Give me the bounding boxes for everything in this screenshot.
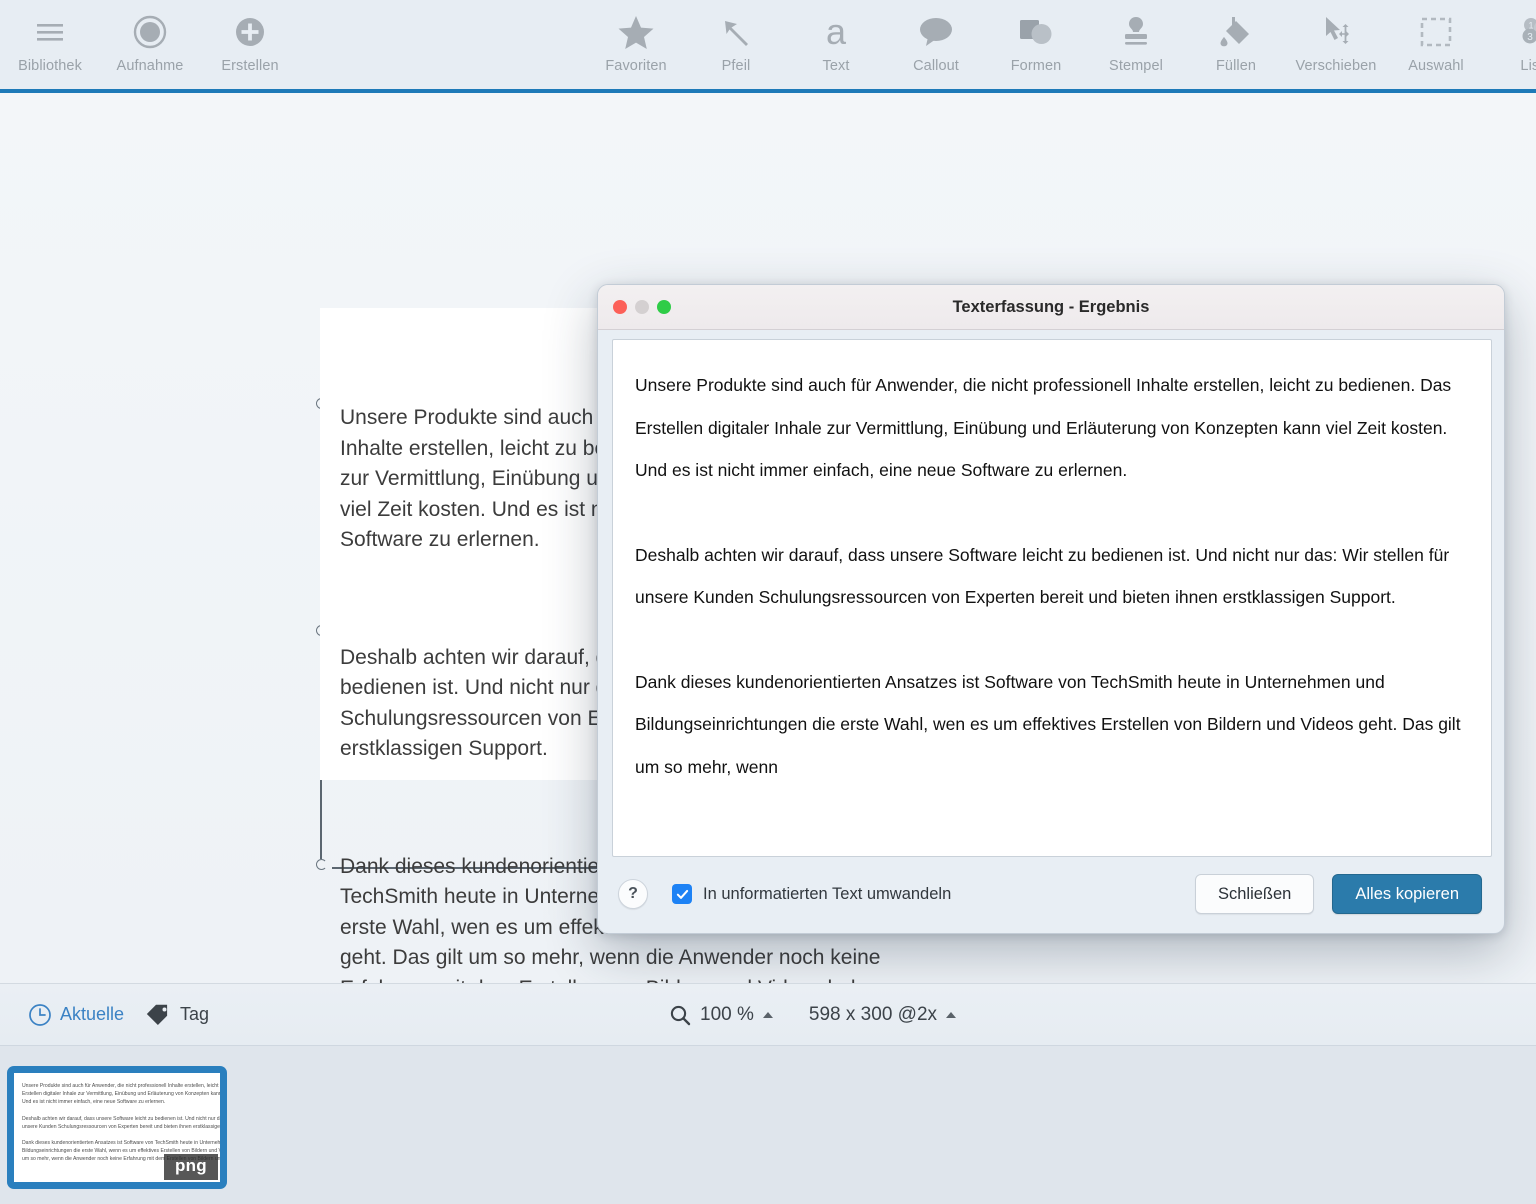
dialog-text-area[interactable]: Unsere Produkte sind auch für Anwender, … xyxy=(612,339,1492,857)
dialog-paragraph-3: Dank dieses kundenorientierten Ansatzes … xyxy=(635,671,1461,777)
thumbnail-text: Unsere Produkte sind auch für Anwender, … xyxy=(14,1073,220,1164)
hamburger-menu-icon xyxy=(27,12,73,52)
toolbar-button-text[interactable]: a Text xyxy=(786,0,886,74)
toolbar-button-stempel[interactable]: Stempel xyxy=(1086,0,1186,74)
dimensions-control[interactable]: 598 x 300 @2x xyxy=(808,1003,957,1026)
toolbar-label-formen: Formen xyxy=(1010,58,1062,74)
recent-filter-button[interactable]: Aktuelle xyxy=(28,1003,124,1027)
dialog-footer: ? In unformatierten Text umwandeln Schli… xyxy=(598,855,1504,933)
toolbar-label-fuellen: Füllen xyxy=(1215,58,1257,74)
tag-icon xyxy=(146,1004,168,1025)
filmstrip-tray: Unsere Produkte sind auch für Anwender, … xyxy=(0,1045,1536,1204)
toolbar-label-text: Text xyxy=(822,58,850,74)
dialog-button-row: Schließen Alles kopieren xyxy=(1194,874,1482,914)
text-capture-result-dialog[interactable]: Texterfassung - Ergebnis Unsere Produkte… xyxy=(597,284,1505,934)
toolbar-button-liste[interactable]: 1 2 3 Liste xyxy=(1486,0,1536,74)
dialog-title: Texterfassung - Ergebnis xyxy=(952,297,1150,316)
dimensions-caret-icon[interactable] xyxy=(946,1011,957,1018)
tag-filter-label: Tag xyxy=(180,1004,210,1024)
dialog-text-content: Unsere Produkte sind auch für Anwender, … xyxy=(613,340,1491,788)
svg-text:a: a xyxy=(826,13,847,51)
toolbar-button-fuellen[interactable]: Füllen xyxy=(1186,0,1286,74)
status-bar-center: 100 % 598 x 300 @2x xyxy=(669,1003,957,1026)
toolbar-label-liste: Liste xyxy=(1520,58,1536,74)
status-bar-left: Aktuelle Tag xyxy=(28,1003,209,1027)
toolbar-label-pfeil: Pfeil xyxy=(721,58,751,74)
main-toolbar: Bibliothek Aufnahme Erstellen Favoriten … xyxy=(0,0,1536,89)
numbered-list-icon: 1 2 3 xyxy=(1513,12,1536,52)
status-bar: Aktuelle Tag 100 % 598 x 300 @2x xyxy=(0,983,1536,1045)
dialog-paragraph-2: Deshalb achten wir darauf, dass unsere S… xyxy=(635,544,1450,608)
move-cursor-icon xyxy=(1313,12,1359,52)
close-button[interactable]: Schließen xyxy=(1194,874,1315,914)
help-button[interactable]: ? xyxy=(618,879,648,909)
clock-icon xyxy=(29,1003,51,1026)
record-circle-icon xyxy=(127,12,173,52)
toolbar-label-stempel: Stempel xyxy=(1109,58,1163,74)
toolbar-label-erstellen: Erstellen xyxy=(221,58,279,74)
toolbar-button-callout[interactable]: Callout xyxy=(886,0,986,74)
text-a-icon: a xyxy=(813,12,859,52)
marquee-selection-icon xyxy=(1413,12,1459,52)
zoom-value: 100 % xyxy=(700,1003,754,1025)
paint-bucket-icon xyxy=(1213,12,1259,52)
tag-filter-button[interactable]: Tag xyxy=(146,1003,209,1027)
toolbar-label-aufnahme: Aufnahme xyxy=(116,58,184,74)
svg-text:3: 3 xyxy=(1527,32,1533,43)
toolbar-left-group: Bibliothek Aufnahme Erstellen xyxy=(0,0,300,74)
thumbnail-paragraph-1: Unsere Produkte sind auch für Anwender, … xyxy=(22,1083,220,1106)
zoom-control[interactable]: 100 % xyxy=(669,1004,773,1026)
plus-circle-icon xyxy=(227,12,273,52)
toolbar-button-formen[interactable]: Formen xyxy=(986,0,1086,74)
toolbar-label-auswahl: Auswahl xyxy=(1408,58,1464,74)
arrow-icon xyxy=(713,12,759,52)
toolbar-tools-group: Favoriten Pfeil a Text Callout Formen St… xyxy=(586,0,1536,74)
toolbar-label-favoriten: Favoriten xyxy=(605,58,667,74)
zoom-caret-icon[interactable] xyxy=(762,1011,773,1018)
plain-text-checkbox[interactable] xyxy=(672,884,692,904)
toolbar-button-erstellen[interactable]: Erstellen xyxy=(200,0,300,74)
toolbar-button-aufnahme[interactable]: Aufnahme xyxy=(100,0,200,74)
dimensions-value: 598 x 300 @2x xyxy=(808,1003,938,1025)
thumbnail-format-badge: png xyxy=(163,1154,218,1180)
checkmark-icon xyxy=(676,889,688,899)
filmstrip-thumbnail-selected[interactable]: Unsere Produkte sind auch für Anwender, … xyxy=(7,1066,227,1189)
toolbar-label-bibliothek: Bibliothek xyxy=(18,58,82,74)
plain-text-checkbox-label: In unformatierten Text umwandeln xyxy=(703,884,952,903)
toolbar-label-callout: Callout xyxy=(913,58,959,74)
toolbar-label-verschieben: Verschieben xyxy=(1295,58,1377,74)
toolbar-button-favoriten[interactable]: Favoriten xyxy=(586,0,686,74)
thumbnail-paragraph-2: Deshalb achten wir darauf, dass unsere S… xyxy=(22,1115,220,1130)
copy-all-button[interactable]: Alles kopieren xyxy=(1332,874,1482,914)
star-icon xyxy=(613,12,659,52)
dialog-titlebar[interactable]: Texterfassung - Ergebnis xyxy=(598,285,1504,330)
shapes-icon xyxy=(1013,12,1059,52)
toolbar-button-auswahl[interactable]: Auswahl xyxy=(1386,0,1486,74)
dialog-paragraph-1: Unsere Produkte sind auch für Anwender, … xyxy=(635,375,1452,480)
plain-text-checkbox-row[interactable]: In unformatierten Text umwandeln xyxy=(672,884,951,904)
thumbnail-preview: Unsere Produkte sind auch für Anwender, … xyxy=(14,1073,220,1182)
toolbar-button-pfeil[interactable]: Pfeil xyxy=(686,0,786,74)
speech-bubble-icon xyxy=(913,12,959,52)
stamp-icon xyxy=(1113,12,1159,52)
toolbar-button-bibliothek[interactable]: Bibliothek xyxy=(0,0,100,74)
toolbar-button-verschieben[interactable]: Verschieben xyxy=(1286,0,1386,74)
recent-filter-label: Aktuelle xyxy=(60,1004,125,1024)
search-icon xyxy=(670,1005,691,1025)
selection-handle-bottom-left[interactable] xyxy=(316,859,327,870)
